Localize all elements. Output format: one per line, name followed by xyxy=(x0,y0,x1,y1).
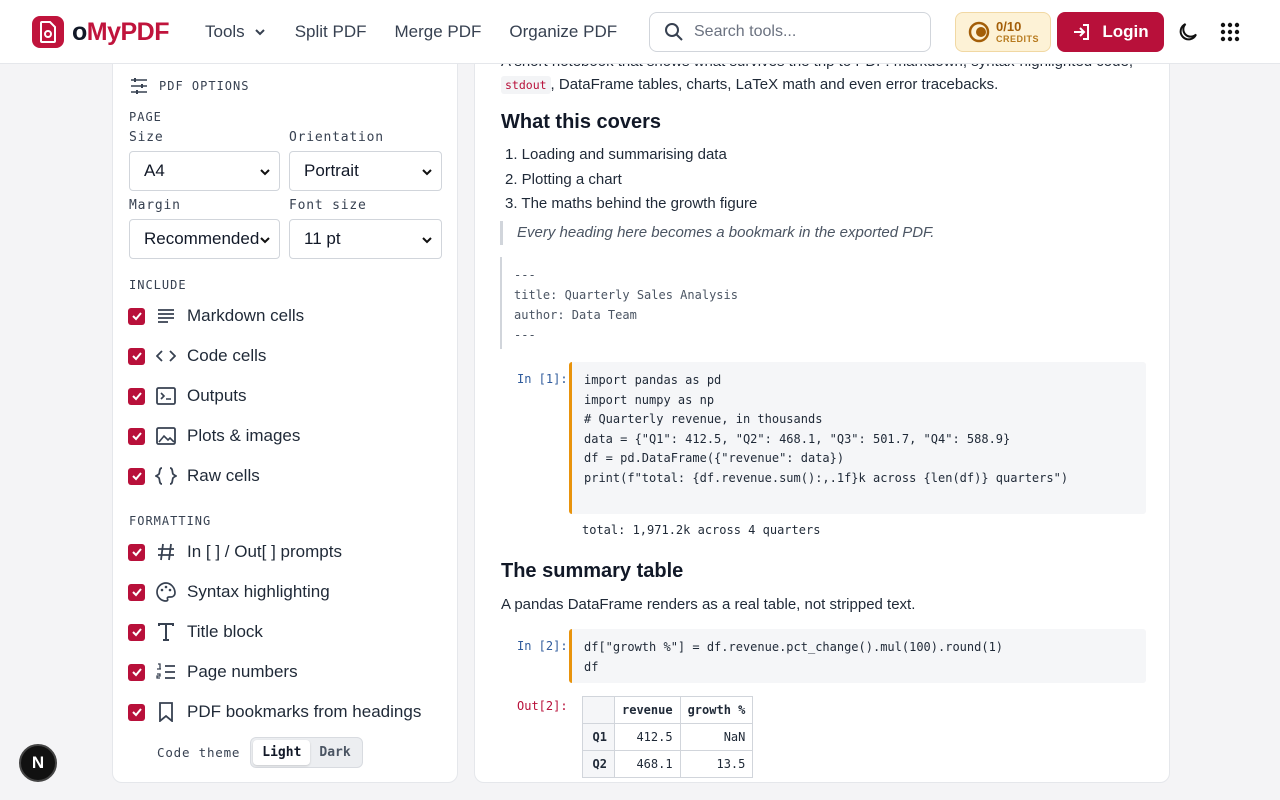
numbered-list-icon xyxy=(155,661,177,683)
type-icon xyxy=(155,621,177,643)
include-plots-images[interactable]: Plots & images xyxy=(128,424,300,448)
checkbox[interactable] xyxy=(128,307,145,325)
lines-icon xyxy=(155,305,177,327)
size-label: Size xyxy=(129,130,164,145)
nav-merge-pdf[interactable]: Merge PDF xyxy=(394,22,481,42)
table-row: Q2 468.1 13.5 xyxy=(582,750,754,778)
margin-select[interactable]: Recommended xyxy=(129,219,280,259)
credits-label: CREDITS xyxy=(996,34,1040,44)
include-code-cells[interactable]: Code cells xyxy=(128,344,266,368)
chevron-down-icon xyxy=(260,237,270,244)
options-title: PDF OPTIONS xyxy=(129,76,249,96)
list-item: 1. Loading and summarising data xyxy=(505,146,727,163)
code-theme-light[interactable]: Light xyxy=(253,740,311,765)
chevron-down-icon xyxy=(260,169,270,176)
blockquote: Every heading here becomes a bookmark in… xyxy=(500,221,934,245)
floating-n-button[interactable]: N xyxy=(19,744,57,782)
code-cell-1: import pandas as pd import numpy as np #… xyxy=(569,362,1146,514)
in-prompt-2: In [2]: xyxy=(517,639,568,653)
checkbox[interactable] xyxy=(128,663,145,681)
checkbox[interactable] xyxy=(128,623,145,641)
orientation-select[interactable]: Portrait xyxy=(289,151,442,191)
column-header: revenue xyxy=(614,696,681,724)
in-prompt-1: In [1]: xyxy=(517,372,568,386)
margin-label: Margin xyxy=(129,198,181,213)
nav-organize-pdf[interactable]: Organize PDF xyxy=(509,22,617,42)
hash-icon xyxy=(155,541,177,563)
apps-grid-icon[interactable] xyxy=(1220,22,1240,42)
notebook-preview[interactable]: A short notebook that shows what survive… xyxy=(474,48,1170,783)
include-outputs[interactable]: Outputs xyxy=(128,384,247,408)
size-select[interactable]: A4 xyxy=(129,151,280,191)
nav-tools[interactable]: Tools xyxy=(205,22,267,42)
login-button[interactable]: Login xyxy=(1057,12,1164,52)
logo-text: oMyPDF xyxy=(72,17,170,46)
credits-badge[interactable]: 0/10 CREDITS xyxy=(955,12,1051,52)
stdout-output: total: 1,971.2k across 4 quarters xyxy=(582,523,821,537)
include-section-head: INCLUDE xyxy=(129,278,187,292)
checkbox[interactable] xyxy=(128,703,145,721)
page-section-head: PAGE xyxy=(129,110,162,124)
checkbox[interactable] xyxy=(128,543,145,561)
logo[interactable]: oMyPDF xyxy=(32,16,170,48)
summary-text: A pandas DataFrame renders as a real tab… xyxy=(501,596,916,613)
format-pdf-bookmarks[interactable]: PDF bookmarks from headings xyxy=(128,700,421,724)
nav-split-pdf[interactable]: Split PDF xyxy=(295,22,367,42)
search-input[interactable] xyxy=(694,23,914,41)
image-icon xyxy=(155,425,177,447)
checkbox[interactable] xyxy=(128,427,145,445)
include-markdown-cells[interactable]: Markdown cells xyxy=(128,304,304,328)
code-theme-dark[interactable]: Dark xyxy=(310,740,359,765)
main-nav: Tools Split PDF Merge PDF Organize PDF xyxy=(205,0,645,64)
pdf-options-panel: PDF OPTIONS PAGE Size A4 Orientation Por… xyxy=(112,48,458,783)
checkbox[interactable] xyxy=(128,467,145,485)
bookmark-icon xyxy=(155,701,177,723)
inline-code-stdout: stdout xyxy=(501,76,551,94)
list-item: 3. The maths behind the growth figure xyxy=(505,195,758,212)
palette-icon xyxy=(155,581,177,603)
font-size-label: Font size xyxy=(289,198,367,213)
heading-summary-table: The summary table xyxy=(501,560,684,582)
format-title-block[interactable]: Title block xyxy=(128,620,263,644)
table-corner xyxy=(582,696,615,724)
table-row: Q1 412.5 NaN xyxy=(582,723,754,751)
checkbox[interactable] xyxy=(128,387,145,405)
list-item: 2. Plotting a chart xyxy=(505,171,622,188)
formatting-section-head: FORMATTING xyxy=(129,514,212,528)
code-theme-toggle: Light Dark xyxy=(250,737,363,768)
format-page-numbers[interactable]: Page numbers xyxy=(128,660,298,684)
checkbox[interactable] xyxy=(128,347,145,365)
out-prompt-2: Out[2]: xyxy=(517,699,568,713)
code-theme-row: Code theme Light Dark xyxy=(157,737,363,768)
chevron-down-icon xyxy=(422,169,432,176)
terminal-icon xyxy=(155,385,177,407)
braces-icon xyxy=(155,465,177,487)
coin-icon xyxy=(968,21,990,43)
format-prompts[interactable]: In [ ] / Out[ ] prompts xyxy=(128,540,342,564)
code-cell-2: df["growth %"] = df.revenue.pct_change()… xyxy=(569,629,1146,683)
heading-what-this-covers: What this covers xyxy=(501,111,662,133)
moon-icon[interactable] xyxy=(1176,20,1200,44)
font-size-select[interactable]: 11 pt xyxy=(289,219,442,259)
chevron-down-icon xyxy=(422,237,432,244)
column-header: growth % xyxy=(679,696,754,724)
login-icon xyxy=(1074,24,1090,40)
dataframe-table: revenue growth % Q1 412.5 NaN Q2 468.1 1… xyxy=(582,696,754,778)
search-icon xyxy=(665,23,683,41)
checkbox[interactable] xyxy=(128,583,145,601)
code-theme-label: Code theme xyxy=(157,745,241,760)
orientation-label: Orientation xyxy=(289,130,384,145)
search-box[interactable] xyxy=(649,12,931,52)
top-header: oMyPDF Tools Split PDF Merge PDF Organiz… xyxy=(0,0,1280,64)
chevron-down-icon xyxy=(254,29,265,36)
pdf-file-icon xyxy=(32,16,64,48)
raw-cell: --- title: Quarterly Sales Analysis auth… xyxy=(500,257,740,349)
intro-line-2: stdout, DataFrame tables, charts, LaTeX … xyxy=(501,76,998,94)
code-icon xyxy=(155,345,177,367)
sliders-icon xyxy=(131,78,147,94)
include-raw-cells[interactable]: Raw cells xyxy=(128,464,260,488)
credits-count: 0/10 xyxy=(996,19,1022,34)
format-syntax-highlighting[interactable]: Syntax highlighting xyxy=(128,580,330,604)
